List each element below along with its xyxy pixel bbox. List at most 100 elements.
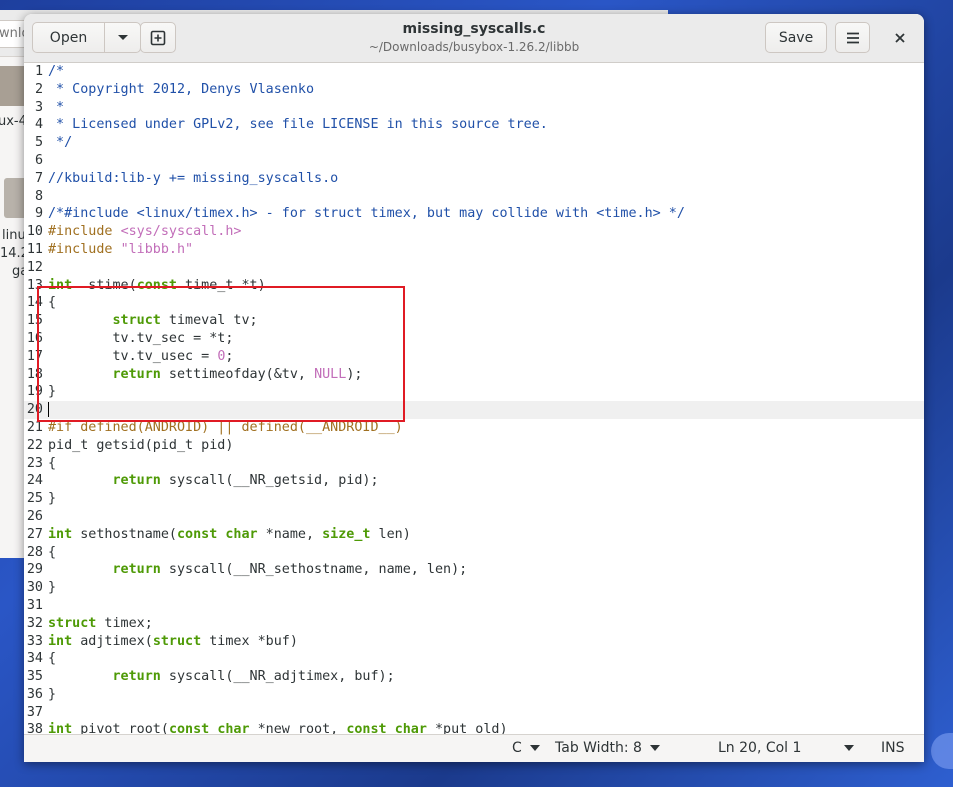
- code-line[interactable]: 22 pid_t getsid(pid_t pid): [24, 437, 924, 455]
- code-token: pivot_root(: [72, 722, 169, 734]
- code-line[interactable]: 9 /*#include <linux/timex.h> - for struct…: [24, 205, 924, 223]
- code-token: //kbuild:lib-y += missing_syscalls.o: [48, 170, 339, 186]
- code-token: struct: [48, 615, 97, 631]
- code-line[interactable]: 38 int pivot_root(const char *new_root, c…: [24, 721, 924, 734]
- code-text: /*#include <linux/timex.h> - for struct …: [48, 205, 685, 223]
- open-button[interactable]: Open: [32, 22, 105, 53]
- code-line[interactable]: 6: [24, 152, 924, 170]
- code-line[interactable]: 7 //kbuild:lib-y += missing_syscalls.o: [24, 170, 924, 188]
- close-window-button[interactable]: [882, 22, 918, 53]
- code-line[interactable]: 35 return syscall(__NR_adjtimex, buf);: [24, 668, 924, 686]
- line-number: 13: [26, 277, 43, 293]
- code-line[interactable]: 5 */: [24, 134, 924, 152]
- language-selector[interactable]: C: [512, 740, 540, 756]
- new-document-button[interactable]: [140, 22, 176, 53]
- code-token: struct: [152, 633, 202, 649]
- code-line[interactable]: 4 * Licensed under GPLv2, see file LICEN…: [24, 116, 924, 134]
- code-line[interactable]: 8: [24, 188, 924, 206]
- line-number: 15: [26, 313, 43, 329]
- line-number: 33: [26, 633, 43, 649]
- code-text: {: [48, 650, 56, 668]
- hamburger-menu-icon: [846, 32, 859, 43]
- code-line[interactable]: 2 * Copyright 2012, Denys Vlasenko: [24, 81, 924, 99]
- code-line[interactable]: 36}: [24, 686, 924, 704]
- code-line[interactable]: 11 #include "libbb.h": [24, 241, 924, 259]
- language-label: C: [512, 740, 522, 756]
- line-number: 5: [34, 135, 43, 151]
- code-token: }: [48, 580, 57, 596]
- desktop-logo-icon: [931, 733, 953, 769]
- code-token: {: [48, 544, 57, 560]
- code-token: #include: [48, 224, 121, 240]
- code-text: tv.tv_usec = 0;: [48, 348, 233, 366]
- code-token: *put_old): [426, 722, 508, 734]
- code-line[interactable]: 37: [24, 704, 924, 722]
- line-number: 22: [26, 437, 43, 453]
- line-number: 11: [26, 241, 43, 257]
- code-text: {: [48, 455, 56, 473]
- code-line[interactable]: 18 return settimeofday(&tv, NULL);: [24, 366, 924, 384]
- code-text: #include "libbb.h": [48, 241, 193, 259]
- code-line[interactable]: 21 #if defined(ANDROID) || defined(__ANDR…: [24, 419, 924, 437]
- insert-mode-indicator[interactable]: INS: [881, 740, 905, 756]
- chevron-down-icon: [649, 745, 660, 751]
- code-token: return: [112, 366, 161, 382]
- code-token: stime(: [72, 277, 137, 293]
- code-line[interactable]: 27 int sethostname(const char *name, size…: [24, 526, 924, 544]
- code-line[interactable]: 13 int stime(const time_t *t): [24, 277, 924, 295]
- code-line[interactable]: 25}: [24, 490, 924, 508]
- code-token: return: [112, 669, 161, 685]
- tab-width-selector[interactable]: Tab Width: 8: [555, 740, 660, 756]
- code-line[interactable]: 32 struct timex;: [24, 615, 924, 633]
- save-button[interactable]: Save: [765, 22, 827, 53]
- code-token: tv.tv_usec =: [48, 348, 218, 364]
- code-text: return syscall(__NR_getsid, pid);: [48, 472, 379, 490]
- code-line[interactable]: 17 tv.tv_usec = 0;: [24, 348, 924, 366]
- code-token: timex;: [96, 615, 153, 631]
- save-button-label: Save: [778, 29, 814, 46]
- folder-label: ux-4: [0, 114, 27, 129]
- code-line[interactable]: 3 *: [24, 99, 924, 117]
- main-menu-button[interactable]: [835, 22, 870, 53]
- code-line[interactable]: 15 struct timeval tv;: [24, 312, 924, 330]
- code-line[interactable]: 33 int adjtimex(struct timex *buf): [24, 633, 924, 651]
- line-number: 10: [26, 224, 43, 240]
- open-menu-button[interactable]: [104, 22, 141, 53]
- code-token: <sys/syscall.h>: [120, 224, 242, 240]
- line-number: 19: [26, 384, 43, 400]
- code-line[interactable]: 20: [24, 401, 924, 419]
- code-line[interactable]: 12: [24, 259, 924, 277]
- code-line[interactable]: 14 {: [24, 294, 924, 312]
- code-text: int pivot_root(const char *new_root, con…: [48, 721, 508, 734]
- code-token: */: [48, 135, 73, 151]
- code-token: {: [48, 651, 57, 667]
- code-line[interactable]: 24 return syscall(__NR_getsid, pid);: [24, 472, 924, 490]
- code-text: [48, 401, 49, 419]
- code-line[interactable]: 28 {: [24, 544, 924, 562]
- code-line[interactable]: 30}: [24, 579, 924, 597]
- code-text: /*: [48, 63, 64, 81]
- code-token: syscall(__NR_getsid, pid);: [160, 473, 379, 489]
- code-line[interactable]: 34 {: [24, 650, 924, 668]
- code-line[interactable]: 23 {: [24, 455, 924, 473]
- code-line[interactable]: 26: [24, 508, 924, 526]
- code-line[interactable]: 10 #include <sys/syscall.h>: [24, 223, 924, 241]
- position-menu-button[interactable]: [836, 740, 854, 756]
- code-line[interactable]: 29 return syscall(__NR_sethostname, name…: [24, 561, 924, 579]
- code-token: size_t: [322, 526, 371, 542]
- code-line[interactable]: 1 /*: [24, 63, 924, 81]
- code-text: int adjtimex(struct timex *buf): [48, 633, 298, 651]
- code-token: "libbb.h": [120, 241, 194, 257]
- code-line[interactable]: 31: [24, 597, 924, 615]
- code-token: syscall(__NR_adjtimex, buf);: [160, 669, 395, 685]
- line-number: 35: [26, 669, 43, 685]
- code-editor[interactable]: 1/* 2 * Copyright 2012, Denys Vlasenko 3 *…: [24, 63, 924, 734]
- cursor-position[interactable]: Ln 20, Col 1: [718, 740, 801, 756]
- line-number: 20: [26, 402, 43, 418]
- text-editor-window: Open missing_syscalls.c ~/Downloads/busy…: [24, 14, 924, 762]
- line-number: 12: [26, 259, 43, 275]
- code-line[interactable]: 19}: [24, 383, 924, 401]
- code-line[interactable]: 16 tv.tv_sec = *t;: [24, 330, 924, 348]
